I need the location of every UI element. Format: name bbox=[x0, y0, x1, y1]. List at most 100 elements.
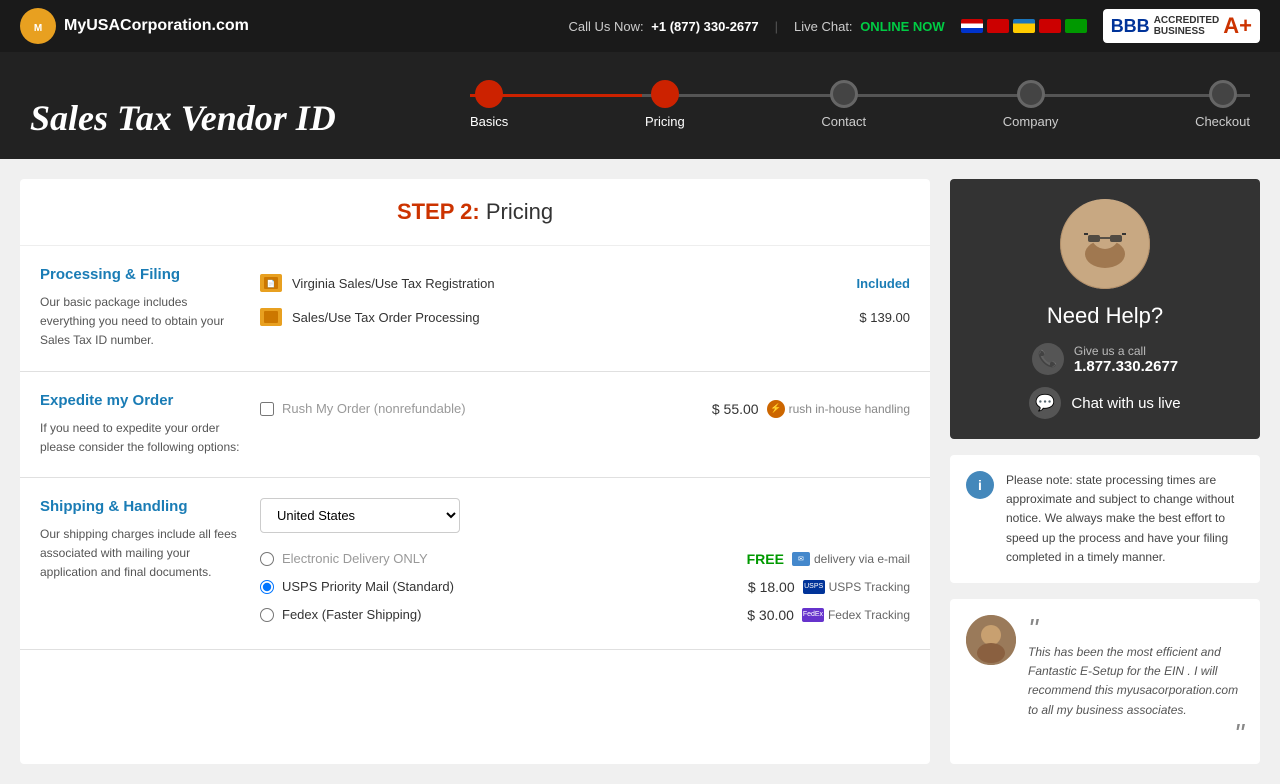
step-circle-basics bbox=[475, 80, 503, 108]
processing-title: Processing & Filing bbox=[40, 266, 240, 283]
shipping-name-usps: USPS Priority Mail (Standard) bbox=[282, 579, 740, 594]
rush-icon: ⚡ bbox=[767, 400, 785, 418]
shipping-desc: Our shipping charges include all fees as… bbox=[40, 525, 240, 583]
live-chat-label: Live Chat: ONLINE NOW bbox=[794, 19, 945, 34]
logo[interactable]: M MyUSACorporation.com bbox=[20, 8, 249, 44]
help-chat[interactable]: 💬 Chat with us live bbox=[970, 387, 1240, 419]
delivery-tag-usps: USPS USPS Tracking bbox=[803, 580, 910, 594]
help-box: Need Help? 📞 Give us a call 1.877.330.26… bbox=[950, 179, 1260, 439]
shipping-option-fedex[interactable]: Fedex (Faster Shipping) $ 30.00 FedEx Fe… bbox=[260, 601, 910, 629]
content-area: STEP 2: Pricing Processing & Filing Our … bbox=[20, 179, 930, 764]
expedite-right: Rush My Order (nonrefundable) $ 55.00 ⚡ … bbox=[260, 392, 910, 457]
shipping-left: Shipping & Handling Our shipping charges… bbox=[40, 498, 240, 629]
testimonial-content: " This has been the most efficient and F… bbox=[1028, 615, 1244, 748]
chat-label[interactable]: Chat with us live bbox=[1071, 395, 1180, 412]
language-flags[interactable] bbox=[961, 19, 1087, 33]
step-checkout[interactable]: Checkout bbox=[1195, 80, 1250, 129]
help-phone[interactable]: 📞 Give us a call 1.877.330.2677 bbox=[970, 343, 1240, 375]
sidebar-phone-number[interactable]: 1.877.330.2677 bbox=[1074, 358, 1178, 375]
email-icon: ✉ bbox=[792, 552, 810, 566]
step-label-checkout: Checkout bbox=[1195, 114, 1250, 129]
flag-us bbox=[961, 19, 983, 33]
top-bar: M MyUSACorporation.com Call Us Now: +1 (… bbox=[0, 0, 1280, 52]
online-status[interactable]: ONLINE NOW bbox=[860, 19, 945, 34]
info-icon: i bbox=[966, 471, 994, 499]
shipping-option-electronic[interactable]: Electronic Delivery ONLY FREE ✉ delivery… bbox=[260, 545, 910, 573]
open-quote: " bbox=[1028, 615, 1244, 643]
processing-item-price-0: Included bbox=[830, 276, 910, 291]
top-contact: Call Us Now: +1 (877) 330-2677 | Live Ch… bbox=[569, 9, 1260, 43]
step-number: STEP 2: bbox=[397, 199, 480, 224]
delivery-label-electronic: delivery via e-mail bbox=[814, 552, 910, 566]
expedite-item-name-0: Rush My Order (nonrefundable) bbox=[282, 401, 704, 416]
processing-section: Processing & Filing Our basic package in… bbox=[20, 246, 930, 372]
logo-text: MyUSACorporation.com bbox=[64, 17, 249, 35]
testimonial-box: " This has been the most efficient and F… bbox=[950, 599, 1260, 764]
testimonial-text: This has been the most efficient and Fan… bbox=[1028, 645, 1238, 717]
step-contact[interactable]: Contact bbox=[821, 80, 866, 129]
country-select[interactable]: United States bbox=[260, 498, 460, 533]
step-title: Pricing bbox=[486, 199, 553, 224]
expedite-item-0[interactable]: Rush My Order (nonrefundable) $ 55.00 ⚡ … bbox=[260, 392, 910, 426]
step-pricing[interactable]: Pricing bbox=[645, 80, 685, 129]
notice-box: i Please note: state processing times ar… bbox=[950, 455, 1260, 583]
shipping-option-usps[interactable]: USPS Priority Mail (Standard) $ 18.00 US… bbox=[260, 573, 910, 601]
svg-text:📄: 📄 bbox=[267, 279, 276, 288]
step-basics[interactable]: Basics bbox=[470, 80, 508, 129]
avatar-face bbox=[1060, 199, 1150, 289]
step-company[interactable]: Company bbox=[1003, 80, 1059, 129]
step-circle-company bbox=[1017, 80, 1045, 108]
shipping-radio-fedex[interactable] bbox=[260, 608, 274, 622]
progress-bar: Basics Pricing Contact Company bbox=[470, 72, 1250, 159]
phone-number[interactable]: +1 (877) 330-2677 bbox=[651, 19, 758, 34]
fedex-icon: FedEx bbox=[802, 608, 824, 622]
agent-avatar bbox=[1060, 199, 1150, 289]
step-label-company: Company bbox=[1003, 114, 1059, 129]
processing-item-0: 📄 Virginia Sales/Use Tax Registration In… bbox=[260, 266, 910, 300]
expedite-section: Expedite my Order If you need to expedit… bbox=[20, 372, 930, 478]
delivery-tag-fedex: FedEx Fedex Tracking bbox=[802, 608, 910, 622]
give-call-label: Give us a call bbox=[1074, 344, 1178, 358]
rush-tag: ⚡ rush in-house handling bbox=[767, 400, 910, 418]
processing-right: 📄 Virginia Sales/Use Tax Registration In… bbox=[260, 266, 910, 351]
close-quote: " bbox=[1028, 720, 1244, 748]
chat-icon: 💬 bbox=[1029, 387, 1061, 419]
delivery-tag-electronic: ✉ delivery via e-mail bbox=[792, 552, 910, 566]
step-label-pricing: Pricing bbox=[645, 114, 685, 129]
country-select-wrap[interactable]: United States bbox=[260, 498, 910, 533]
testimonial-avatar bbox=[966, 615, 1016, 665]
processing-item-1: Sales/Use Tax Order Processing $ 139.00 bbox=[260, 300, 910, 334]
bbb-badge: BBB ACCREDITEDBUSINESS A+ bbox=[1103, 9, 1260, 43]
shipping-name-fedex: Fedex (Faster Shipping) bbox=[282, 607, 739, 622]
step-label-contact: Contact bbox=[821, 114, 866, 129]
step-label-basics: Basics bbox=[470, 114, 508, 129]
step-circle-pricing bbox=[651, 80, 679, 108]
shipping-price-usps: $ 18.00 bbox=[748, 579, 795, 595]
svg-text:M: M bbox=[34, 23, 42, 34]
phone-icon: 📞 bbox=[1032, 343, 1064, 375]
usps-icon: USPS bbox=[803, 580, 825, 594]
flag-br bbox=[1065, 19, 1087, 33]
call-label: Call Us Now: +1 (877) 330-2677 bbox=[569, 19, 759, 34]
expedite-checkbox-0[interactable] bbox=[260, 402, 274, 416]
processing-item-price-1: $ 139.00 bbox=[830, 310, 910, 325]
processing-item-name-1: Sales/Use Tax Order Processing bbox=[292, 310, 820, 325]
shipping-price-fedex: $ 30.00 bbox=[747, 607, 794, 623]
logo-icon: M bbox=[20, 8, 56, 44]
step-circle-checkout bbox=[1209, 80, 1237, 108]
expedite-desc: If you need to expedite your order pleas… bbox=[40, 419, 240, 457]
sidebar: Need Help? 📞 Give us a call 1.877.330.26… bbox=[950, 179, 1260, 764]
divider: | bbox=[775, 19, 778, 34]
notice-text: Please note: state processing times are … bbox=[1006, 471, 1244, 567]
page-title: Sales Tax Vendor ID bbox=[30, 97, 410, 159]
shipping-radio-usps[interactable] bbox=[260, 580, 274, 594]
shipping-title: Shipping & Handling bbox=[40, 498, 240, 515]
item-icon-1 bbox=[260, 308, 282, 326]
processing-desc: Our basic package includes everything yo… bbox=[40, 293, 240, 351]
expedite-item-price-0: $ 55.00 bbox=[712, 401, 759, 417]
shipping-radio-electronic[interactable] bbox=[260, 552, 274, 566]
delivery-label-usps: USPS Tracking bbox=[829, 580, 910, 594]
help-title: Need Help? bbox=[970, 303, 1240, 329]
phone-info: Give us a call 1.877.330.2677 bbox=[1074, 344, 1178, 375]
flag-ua bbox=[1013, 19, 1035, 33]
